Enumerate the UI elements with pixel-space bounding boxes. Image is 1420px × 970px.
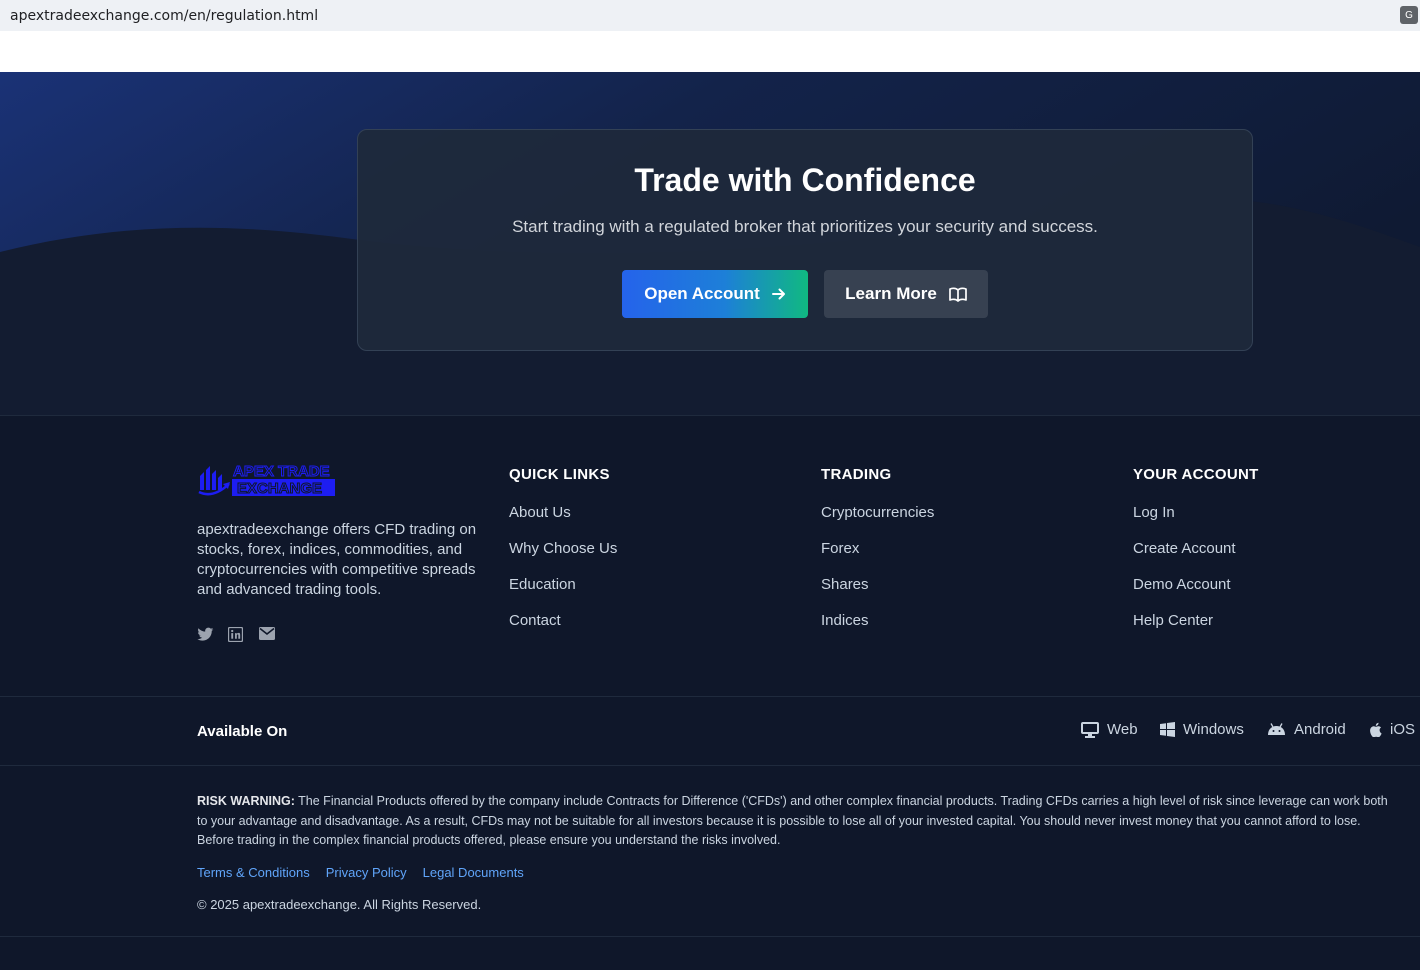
cta-card: Trade with Confidence Start trading with… [357, 129, 1253, 351]
copyright: © 2025 apextradeexchange. All Rights Res… [197, 897, 482, 912]
footer-link-cryptocurrencies[interactable]: Cryptocurrencies [821, 504, 934, 540]
risk-warning-label: RISK WARNING: [197, 794, 295, 808]
platform-ios[interactable]: iOS [1369, 721, 1415, 738]
browser-url-bar[interactable]: apextradeexchange.com/en/regulation.html… [0, 0, 1420, 31]
privacy-policy-link[interactable]: Privacy Policy [326, 865, 407, 880]
trading-column: TRADING Cryptocurrencies Forex Shares In… [821, 466, 934, 648]
terms-conditions-link[interactable]: Terms & Conditions [197, 865, 310, 880]
footer-link-why-choose-us[interactable]: Why Choose Us [509, 540, 617, 576]
footer-link-about-us[interactable]: About Us [509, 504, 617, 540]
available-on-bar: Available On Web Windows Android iOS [0, 697, 1420, 765]
footer: APEX TRADE EXCHANGE apextradeexchange of… [0, 416, 1420, 696]
linkedin-icon[interactable] [227, 626, 246, 645]
logo-text-line1: APEX TRADE [233, 463, 330, 480]
platform-windows-label: Windows [1183, 721, 1244, 738]
logo-mark: APEX TRADE EXCHANGE [198, 463, 335, 498]
cta-subtitle: Start trading with a regulated broker th… [512, 217, 1098, 236]
quick-links-heading: QUICK LINKS [509, 466, 610, 483]
android-icon [1268, 723, 1285, 735]
open-account-button[interactable]: Open Account [622, 270, 808, 318]
available-on-title: Available On [197, 723, 288, 740]
legal-section: RISK WARNING: The Financial Products off… [0, 766, 1420, 936]
footer-link-shares[interactable]: Shares [821, 576, 934, 612]
footer-link-education[interactable]: Education [509, 576, 617, 612]
platform-web[interactable]: Web [1081, 721, 1138, 738]
windows-icon [1160, 722, 1175, 737]
cta-section: Trade with Confidence Start trading with… [0, 72, 1420, 415]
brand-description: apextradeexchange offers CFD trading on … [197, 521, 477, 598]
url-text[interactable]: apextradeexchange.com/en/regulation.html [10, 8, 318, 24]
risk-warning: RISK WARNING: The Financial Products off… [197, 792, 1397, 851]
quick-links-column: QUICK LINKS About Us Why Choose Us Educa… [509, 466, 617, 648]
learn-more-label: Learn More [845, 284, 937, 303]
cta-title: Trade with Confidence [634, 162, 976, 198]
apple-icon [1370, 722, 1382, 737]
envelope-icon[interactable] [259, 627, 277, 645]
footer-link-create-account[interactable]: Create Account [1133, 540, 1259, 576]
desktop-icon [1081, 721, 1099, 738]
legal-links: Terms & Conditions Privacy Policy Legal … [197, 865, 524, 880]
footer-link-help-center[interactable]: Help Center [1133, 612, 1259, 648]
your-account-column: YOUR ACCOUNT Log In Create Account Demo … [1133, 466, 1259, 648]
book-icon [948, 286, 967, 302]
learn-more-button[interactable]: Learn More [824, 270, 988, 318]
footer-link-demo-account[interactable]: Demo Account [1133, 576, 1259, 612]
platform-ios-label: iOS [1390, 721, 1416, 738]
page-bottom [0, 937, 1420, 970]
platform-windows[interactable]: Windows [1160, 721, 1244, 738]
platform-android-label: Android [1294, 721, 1346, 738]
logo-text-line2: EXCHANGE [237, 480, 322, 497]
platform-web-label: Web [1107, 721, 1138, 738]
twitter-icon[interactable] [197, 627, 215, 645]
platform-android[interactable]: Android [1267, 721, 1346, 738]
brand-logo[interactable]: APEX TRADE EXCHANGE [197, 462, 347, 498]
trading-heading: TRADING [821, 466, 892, 483]
footer-link-indices[interactable]: Indices [821, 612, 934, 648]
your-account-heading: YOUR ACCOUNT [1133, 466, 1259, 483]
footer-link-log-in[interactable]: Log In [1133, 504, 1259, 540]
arrow-right-icon [771, 288, 785, 300]
translate-icon[interactable]: G [1400, 6, 1418, 24]
page-top-blank [0, 31, 1420, 72]
risk-warning-text: The Financial Products offered by the co… [197, 794, 1388, 847]
open-account-label: Open Account [644, 284, 760, 303]
footer-link-contact[interactable]: Contact [509, 612, 617, 648]
legal-documents-link[interactable]: Legal Documents [423, 865, 524, 880]
footer-link-forex[interactable]: Forex [821, 540, 934, 576]
